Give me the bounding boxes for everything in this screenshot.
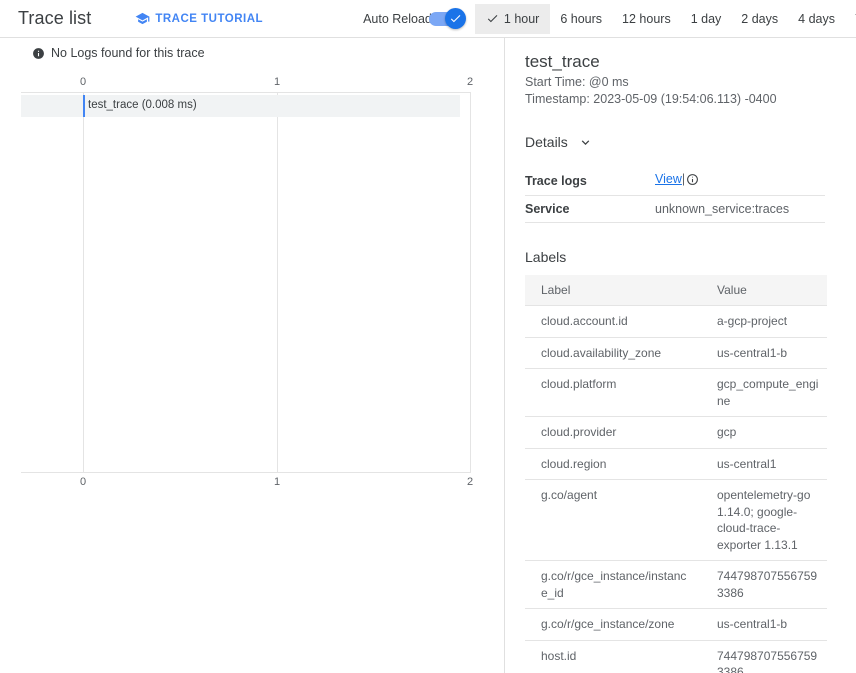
span-bar-test-trace[interactable] [83, 95, 85, 117]
label-key: cloud.region [525, 448, 701, 480]
detail-key-service: Service [525, 195, 655, 223]
detail-value-trace-logs: View| [655, 166, 825, 196]
chevron-down-icon [578, 135, 593, 150]
table-row: cloud.availability_zone us-central1-b [525, 337, 827, 369]
tick-bottom-1: 1 [273, 476, 281, 488]
table-row: host.id 7447987075567593386 [525, 640, 827, 673]
gridline-1 [277, 92, 278, 473]
label-key: cloud.availability_zone [525, 337, 701, 369]
detail-value-service: unknown_service:traces [655, 195, 825, 223]
table-row: g.co/agent opentelemetry-go 1.14.0; googl… [525, 479, 827, 561]
auto-reload-control[interactable]: Auto Reload [363, 7, 466, 29]
info-outline-icon[interactable] [686, 174, 699, 189]
range-button-12-hours[interactable]: 12 hours [612, 4, 681, 34]
range-button-6-hours[interactable]: 6 hours [550, 4, 612, 34]
labels-column-header-value: Value [701, 275, 827, 306]
trace-start-time: Start Time: @0 ms [525, 75, 629, 89]
labels-table: Label Value cloud.account.id a-gcp-projec… [525, 275, 827, 673]
label-value: us-central1 [701, 448, 827, 480]
trace-timeline-chart[interactable]: 0 1 2 test_trace (0.008 ms) 0 1 2 [0, 70, 504, 490]
tick-top-1: 1 [273, 76, 281, 88]
tick-bottom-2: 2 [466, 476, 474, 488]
label-value: 7447987075567593386 [701, 640, 827, 673]
label-key: cloud.provider [525, 416, 701, 449]
top-header-bar: Trace list TRACE TUTORIAL Auto Reload 1 … [0, 0, 856, 38]
span-row[interactable] [21, 95, 460, 117]
trace-tutorial-link[interactable]: TRACE TUTORIAL [135, 11, 263, 26]
gridline-0 [83, 92, 84, 473]
chart-axis-top [21, 92, 470, 93]
details-label: Details [525, 134, 568, 150]
label-value: gcp [701, 416, 827, 449]
label-key: g.co/agent [525, 479, 701, 561]
label-key: g.co/r/gce_instance/zone [525, 608, 701, 641]
auto-reload-label: Auto Reload [363, 11, 432, 26]
label-key: host.id [525, 640, 701, 673]
trace-name-heading: test_trace [525, 52, 600, 71]
trace-details-pane: test_trace Start Time: @0 ms Timestamp: … [505, 38, 856, 673]
tick-top-2: 2 [466, 76, 474, 88]
page-title: Trace list [18, 8, 92, 28]
label-value: opentelemetry-go 1.14.0; google-cloud-tr… [701, 479, 827, 561]
trace-waterfall-pane: No Logs found for this trace 0 1 2 test_… [0, 38, 505, 673]
check-icon [486, 12, 499, 25]
range-button-1-hour[interactable]: 1 hour [474, 3, 551, 34]
no-logs-banner: No Logs found for this trace [0, 38, 504, 60]
labels-section-title: Labels [525, 249, 567, 265]
label-value: us-central1-b [701, 337, 827, 369]
trace-timestamp: Timestamp: 2023-05-09 (19:54:06.113) -04… [525, 92, 777, 106]
label-key: cloud.account.id [525, 305, 701, 338]
school-icon [135, 11, 150, 26]
table-row: cloud.platform gcp_compute_engine [525, 368, 827, 417]
table-row: Trace logs View| [525, 166, 825, 196]
time-range-selector[interactable]: 1 hour 6 hours 12 hours 1 day 2 days 4 d… [474, 3, 856, 34]
gridline-2 [470, 92, 471, 473]
labels-column-header-label: Label [525, 275, 701, 306]
info-filled-icon [32, 47, 45, 60]
range-button-4-days[interactable]: 4 days [788, 4, 845, 34]
label-value: gcp_compute_engine [701, 368, 827, 417]
range-button-2-days[interactable]: 2 days [731, 4, 788, 34]
label-value: a-gcp-project [701, 305, 827, 338]
table-row: g.co/r/gce_instance/instance_id 744798707… [525, 560, 827, 609]
details-section-toggle[interactable]: Details [525, 134, 593, 150]
table-row: cloud.account.id a-gcp-project [525, 305, 827, 338]
label-value: us-central1-b [701, 608, 827, 641]
toggle-knob [444, 7, 466, 29]
table-row: cloud.provider gcp [525, 416, 827, 449]
tick-bottom-0: 0 [79, 476, 87, 488]
tick-top-0: 0 [79, 76, 87, 88]
trace-logs-view-link[interactable]: View [655, 172, 682, 186]
range-button-1-day[interactable]: 1 day [681, 4, 732, 34]
label-key: cloud.platform [525, 368, 701, 417]
span-label-test-trace: test_trace (0.008 ms) [88, 99, 197, 111]
range-label: 1 hour [503, 11, 540, 26]
range-button-7-days[interactable]: 7 days [845, 4, 856, 34]
table-row: Service unknown_service:traces [525, 195, 825, 223]
details-key-value-table: Trace logs View| Service unknown_service… [525, 166, 825, 223]
table-row: cloud.region us-central1 [525, 448, 827, 480]
label-key: g.co/r/gce_instance/instance_id [525, 560, 701, 609]
no-logs-label: No Logs found for this trace [51, 46, 205, 60]
chart-axis-bottom [21, 472, 470, 473]
separator-pipe: | [681, 172, 686, 186]
main-content: No Logs found for this trace 0 1 2 test_… [0, 38, 856, 673]
auto-reload-toggle[interactable] [428, 7, 466, 29]
trace-tutorial-label: TRACE TUTORIAL [155, 12, 264, 25]
labels-header-row: Label Value [525, 275, 827, 306]
table-row: g.co/r/gce_instance/zone us-central1-b [525, 608, 827, 641]
detail-key-trace-logs: Trace logs [525, 166, 655, 196]
label-value: 7447987075567593386 [701, 560, 827, 609]
